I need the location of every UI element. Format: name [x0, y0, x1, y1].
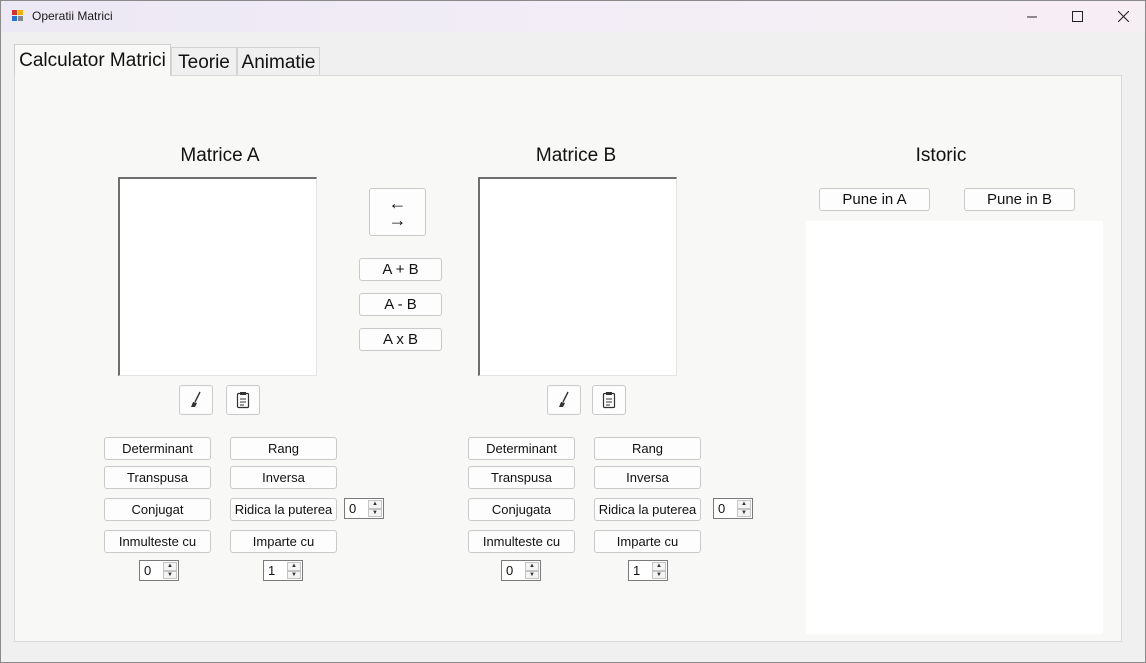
- tab-animatie[interactable]: Animatie: [237, 47, 320, 77]
- app-window: Operatii Matrici Calculator Matrici Teor…: [0, 0, 1146, 663]
- matrix-a-multiply-stepper[interactable]: 0 ▲ ▼: [139, 560, 179, 581]
- clipboard-icon: [236, 392, 250, 409]
- stepper-down-icon[interactable]: ▼: [368, 508, 382, 517]
- stepper-up-icon[interactable]: ▲: [652, 562, 666, 571]
- swap-button[interactable]: ← →: [369, 188, 426, 236]
- matrix-b-inversa-button[interactable]: Inversa: [594, 466, 701, 489]
- close-icon: [1117, 11, 1129, 22]
- matrix-a-divide-scalar-button[interactable]: Imparte cu: [230, 530, 337, 553]
- matrix-b-multiply-stepper[interactable]: 0 ▲ ▼: [501, 560, 541, 581]
- title-bar: Operatii Matrici: [1, 1, 1145, 32]
- matrix-b-divide-stepper[interactable]: 1 ▲ ▼: [628, 560, 668, 581]
- history-list[interactable]: [806, 221, 1103, 634]
- stepper-down-icon[interactable]: ▼: [163, 570, 177, 579]
- matrix-b-power-stepper[interactable]: 0 ▲ ▼: [713, 498, 753, 519]
- matrix-b-determinant-button[interactable]: Determinant: [468, 437, 575, 460]
- matrix-b-power-button[interactable]: Ridica la puterea: [594, 498, 701, 521]
- brush-icon: [191, 391, 201, 407]
- matrix-b-input[interactable]: [478, 177, 677, 376]
- matrix-b-power-value: 0: [718, 501, 726, 516]
- matrix-b-multiply-value: 0: [506, 563, 514, 578]
- matrix-b-transpusa-button[interactable]: Transpusa: [468, 466, 575, 489]
- stepper-up-icon[interactable]: ▲: [163, 562, 177, 571]
- put-in-a-button[interactable]: Pune in A: [819, 188, 930, 211]
- matrix-a-transpusa-button[interactable]: Transpusa: [104, 466, 211, 489]
- stepper-up-icon[interactable]: ▲: [368, 500, 382, 509]
- matrix-b-paste-button[interactable]: [592, 385, 626, 415]
- matrix-a-determinant-button[interactable]: Determinant: [104, 437, 211, 460]
- subtract-button[interactable]: A - B: [359, 293, 442, 316]
- matrix-b-multiply-scalar-button[interactable]: Inmulteste cu: [468, 530, 575, 553]
- clipboard-icon: [602, 392, 616, 409]
- stepper-up-icon[interactable]: ▲: [287, 562, 301, 571]
- matrix-a-inversa-button[interactable]: Inversa: [230, 466, 337, 489]
- matrix-a-multiply-value: 0: [144, 563, 152, 578]
- matrix-a-paste-button[interactable]: [226, 385, 260, 415]
- matrix-b-divide-scalar-button[interactable]: Imparte cu: [594, 530, 701, 553]
- matrix-a-rang-button[interactable]: Rang: [230, 437, 337, 460]
- history-title: Istoric: [915, 145, 967, 166]
- minimize-button[interactable]: [1009, 1, 1055, 32]
- arrow-right-icon: →: [388, 210, 407, 230]
- stepper-down-icon[interactable]: ▼: [652, 570, 666, 579]
- matrix-b-clear-button[interactable]: [547, 385, 581, 415]
- matrix-a-divide-stepper[interactable]: 1 ▲ ▼: [263, 560, 303, 581]
- matrix-a-divide-value: 1: [268, 563, 276, 578]
- stepper-down-icon[interactable]: ▼: [525, 570, 539, 579]
- stepper-up-icon[interactable]: ▲: [525, 562, 539, 571]
- matrix-b-title: Matrice B: [535, 145, 617, 166]
- multiply-button[interactable]: A x B: [359, 328, 442, 351]
- put-in-b-button[interactable]: Pune in B: [964, 188, 1075, 211]
- matrix-a-power-button[interactable]: Ridica la puterea: [230, 498, 337, 521]
- matrix-a-multiply-scalar-button[interactable]: Inmulteste cu: [104, 530, 211, 553]
- matrix-a-input[interactable]: [118, 177, 317, 376]
- add-button[interactable]: A + B: [359, 258, 442, 281]
- tab-calculator-matrici[interactable]: Calculator Matrici: [14, 44, 171, 76]
- matrix-a-power-value: 0: [349, 501, 357, 516]
- stepper-down-icon[interactable]: ▼: [287, 570, 301, 579]
- matrix-a-conjugat-button[interactable]: Conjugat: [104, 498, 211, 521]
- minimize-icon: [1027, 16, 1037, 17]
- matrix-a-power-stepper[interactable]: 0 ▲ ▼: [344, 498, 384, 519]
- matrix-b-rang-button[interactable]: Rang: [594, 437, 701, 460]
- window-title: Operatii Matrici: [32, 9, 113, 23]
- matrix-b-divide-value: 1: [633, 563, 641, 578]
- maximize-icon: [1071, 11, 1083, 22]
- brush-icon: [559, 391, 569, 407]
- stepper-up-icon[interactable]: ▲: [737, 500, 751, 509]
- stepper-down-icon[interactable]: ▼: [737, 508, 751, 517]
- matrix-b-conjugata-button[interactable]: Conjugata: [468, 498, 575, 521]
- app-icon: [12, 10, 23, 21]
- matrix-a-clear-button[interactable]: [179, 385, 213, 415]
- maximize-button[interactable]: [1054, 1, 1100, 32]
- close-button[interactable]: [1100, 1, 1145, 32]
- tab-teorie[interactable]: Teorie: [171, 47, 237, 77]
- matrix-a-title: Matrice A: [180, 145, 260, 166]
